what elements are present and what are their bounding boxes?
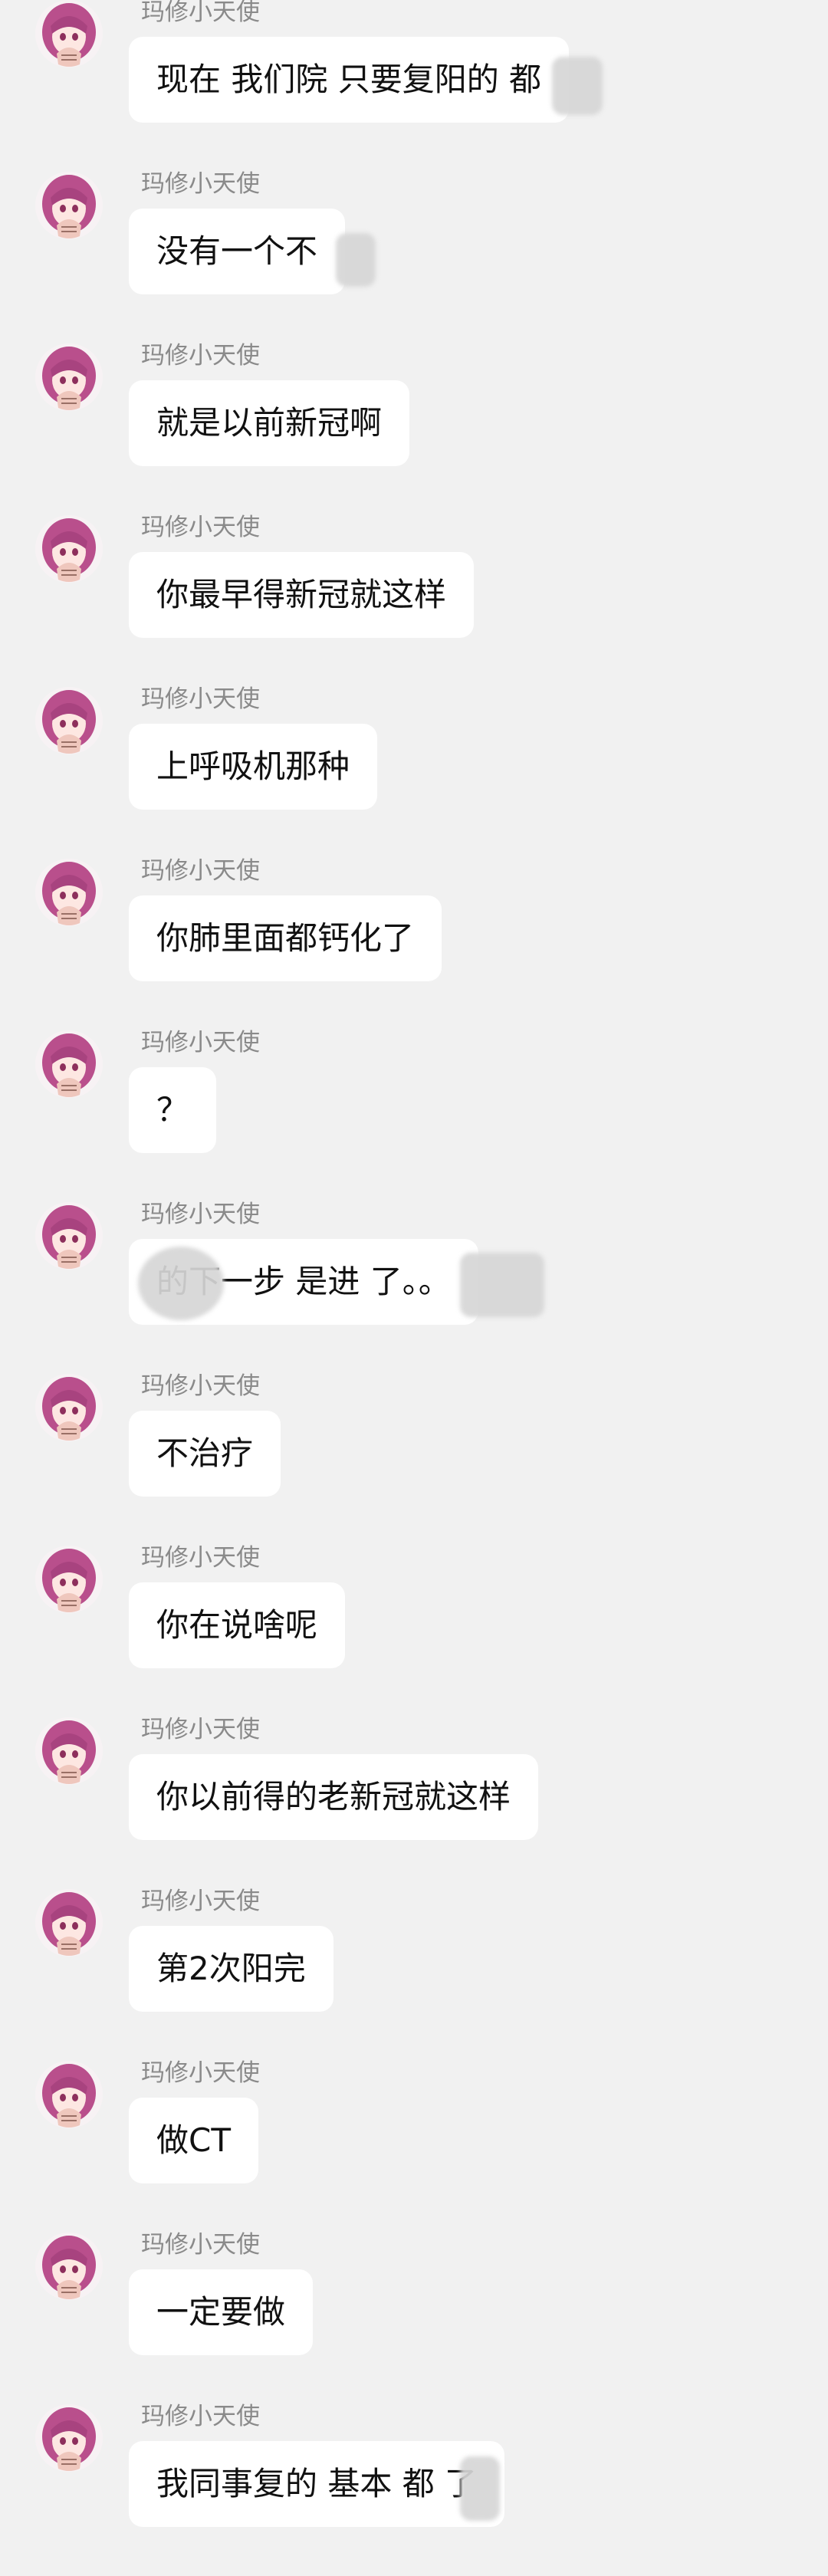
sender-name: 玛修小天使 — [141, 2403, 260, 2430]
anime-avatar-icon[interactable] — [35, 859, 103, 926]
anime-avatar-icon[interactable] — [35, 1717, 103, 1785]
sender-name: 玛修小天使 — [141, 1544, 260, 1572]
sender-name: 玛修小天使 — [141, 1888, 260, 1915]
chat-message: 玛修小天使 没有一个不 — [0, 170, 828, 343]
sender-name: 玛修小天使 — [141, 1201, 260, 1228]
message-bubble[interactable]: 的下一步 是进 了。。 — [129, 1239, 478, 1325]
chat-message: 玛修小天使 我同事复的 基本 都 了 — [0, 2403, 828, 2576]
chat-message: 玛修小天使 ？ — [0, 1029, 828, 1202]
message-bubble[interactable]: 就是以前新冠啊 — [129, 380, 410, 466]
anime-avatar-icon[interactable] — [35, 172, 103, 239]
anime-avatar-icon[interactable] — [35, 1889, 103, 1957]
anime-avatar-icon[interactable] — [35, 515, 103, 583]
sender-name: 玛修小天使 — [141, 170, 260, 198]
anime-avatar-icon[interactable] — [35, 0, 103, 67]
message-bubble[interactable]: 你最早得新冠就这样 — [129, 552, 475, 638]
sender-name: 玛修小天使 — [141, 2231, 260, 2259]
chat-message: 玛修小天使 第2次阳完 — [0, 1888, 828, 2061]
message-bubble[interactable]: 没有一个不 — [129, 209, 346, 294]
message-bubble[interactable]: ？ — [129, 1067, 217, 1153]
anime-avatar-icon[interactable] — [35, 2404, 103, 2472]
sender-name: 玛修小天使 — [141, 514, 260, 541]
anime-avatar-icon[interactable] — [35, 687, 103, 754]
message-bubble[interactable]: 你肺里面都钙化了 — [129, 895, 442, 981]
sender-name: 玛修小天使 — [141, 342, 260, 370]
sender-name: 玛修小天使 — [141, 1029, 260, 1056]
chat-message: 玛修小天使 现在 我们院 只要复阳的 都 — [0, 0, 828, 172]
chat-message: 玛修小天使 一定要做 — [0, 2231, 828, 2404]
message-bubble[interactable]: 我同事复的 基本 都 了 — [129, 2441, 505, 2527]
message-bubble[interactable]: 上呼吸机那种 — [129, 724, 378, 810]
message-bubble[interactable]: 你在说啥呢 — [129, 1582, 346, 1668]
message-bubble[interactable]: 你以前得的老新冠就这样 — [129, 1754, 539, 1840]
anime-avatar-icon[interactable] — [35, 1030, 103, 1098]
sender-name: 玛修小天使 — [141, 685, 260, 713]
sender-name: 玛修小天使 — [141, 2059, 260, 2087]
sender-name: 玛修小天使 — [141, 857, 260, 885]
anime-avatar-icon[interactable] — [35, 343, 103, 411]
anime-avatar-icon[interactable] — [35, 2061, 103, 2128]
sender-name: 玛修小天使 — [141, 1716, 260, 1743]
message-bubble[interactable]: 做CT — [129, 2098, 258, 2183]
message-bubble[interactable]: 不治疗 — [129, 1411, 281, 1497]
anime-avatar-icon[interactable] — [35, 1374, 103, 1441]
chat-message: 玛修小天使 上呼吸机那种 — [0, 685, 828, 859]
sender-name: 玛修小天使 — [141, 1372, 260, 1400]
chat-message: 玛修小天使 不治疗 — [0, 1372, 828, 1546]
message-bubble[interactable]: 现在 我们院 只要复阳的 都 — [129, 37, 570, 123]
chat-message: 玛修小天使 你肺里面都钙化了 — [0, 857, 828, 1030]
chat-message: 玛修小天使 你在说啥呢 — [0, 1544, 828, 1717]
chat-message: 玛修小天使 你最早得新冠就这样 — [0, 514, 828, 687]
message-bubble[interactable]: 一定要做 — [129, 2269, 314, 2355]
anime-avatar-icon[interactable] — [35, 1202, 103, 1270]
chat-message: 玛修小天使 你以前得的老新冠就这样 — [0, 1716, 828, 1889]
sender-name: 玛修小天使 — [141, 0, 260, 26]
chat-message: 玛修小天使 就是以前新冠啊 — [0, 342, 828, 515]
chat-message: 玛修小天使 做CT — [0, 2059, 828, 2233]
anime-avatar-icon[interactable] — [35, 2233, 103, 2300]
chat-message: 玛修小天使 的下一步 是进 了。。 — [0, 1201, 828, 1374]
message-bubble[interactable]: 第2次阳完 — [129, 1926, 334, 2012]
anime-avatar-icon[interactable] — [35, 1546, 103, 1613]
